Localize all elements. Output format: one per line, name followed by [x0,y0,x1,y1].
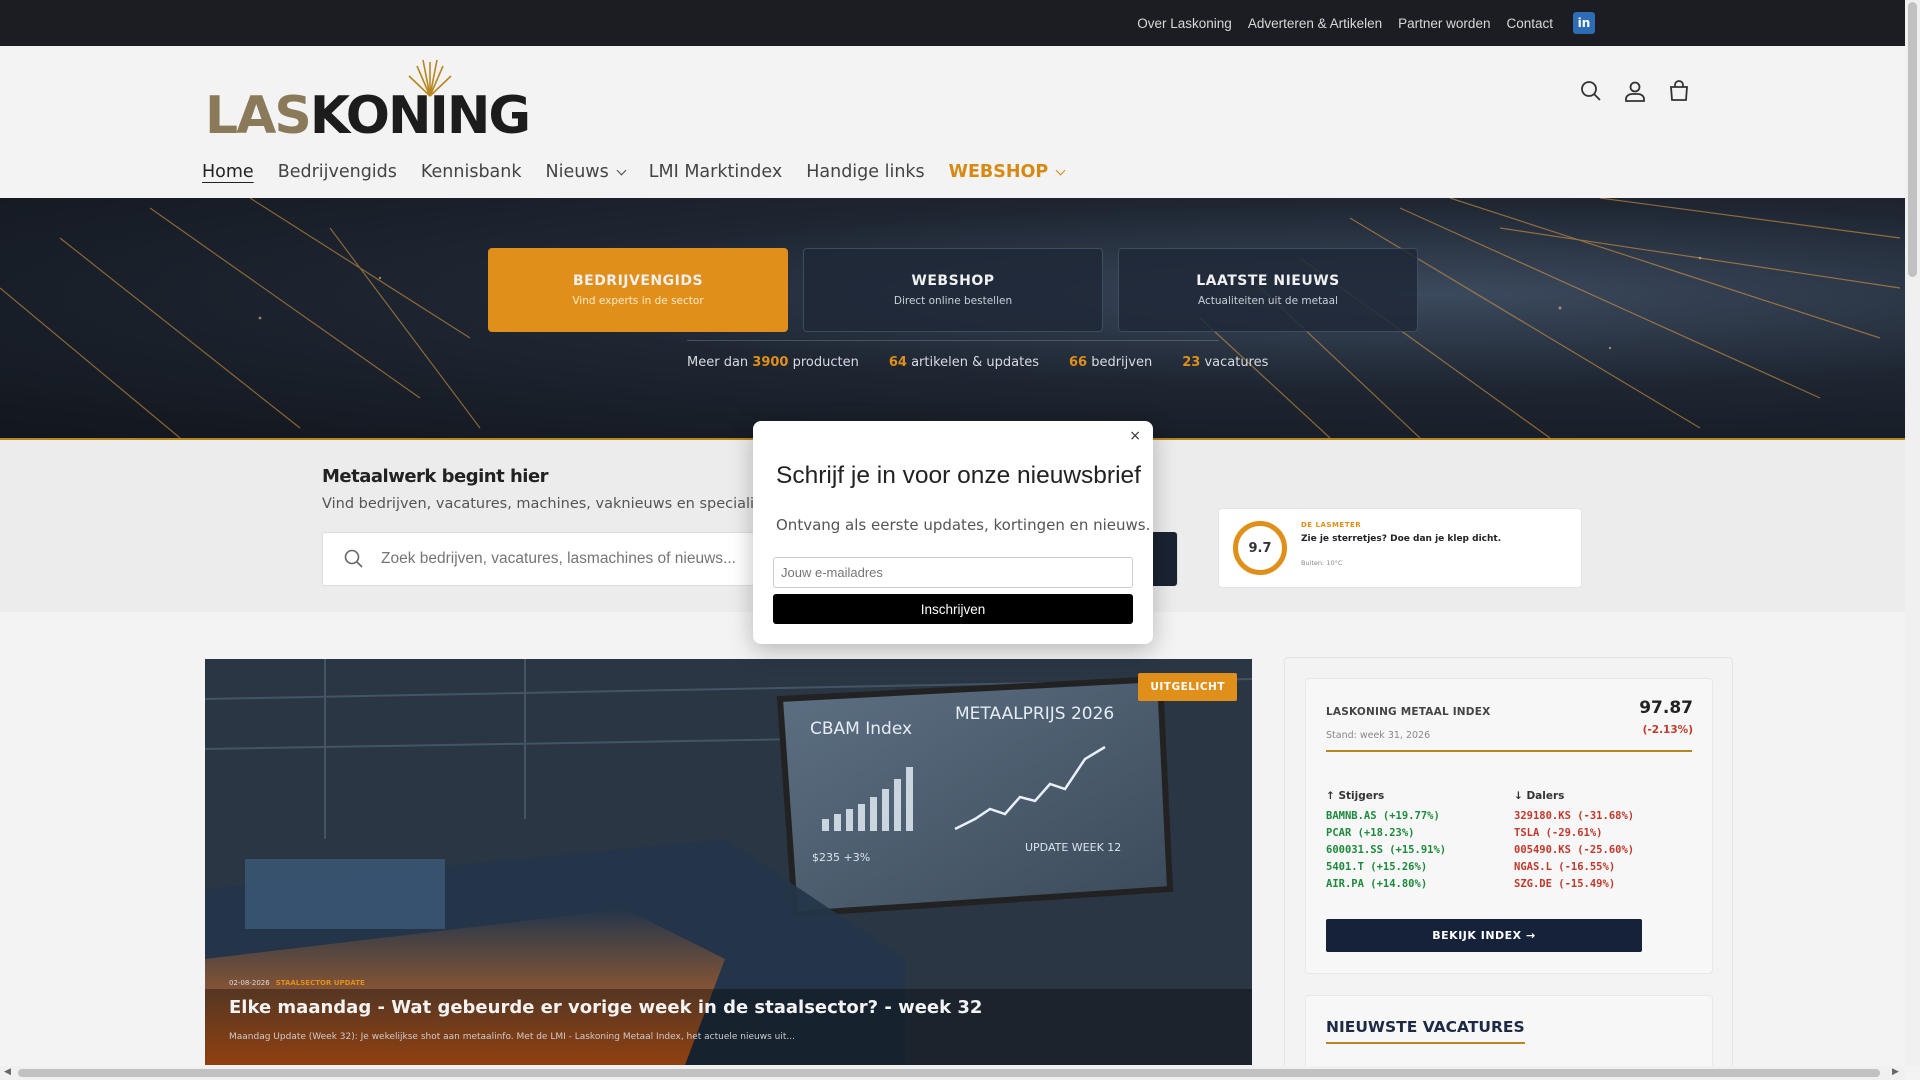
site-header: LASKONING Home Bedrijvengids Kennisbank … [0,46,1905,198]
card-bedrijvengids[interactable]: BEDRIJVENGIDS Vind experts in de sector [488,248,788,332]
card-title: BEDRIJVENGIDS [572,273,704,289]
laskoning-logo[interactable]: LASKONING [205,58,531,148]
search-title: Metaalwerk begint hier [322,466,549,487]
vertical-scrollbar[interactable] [1905,0,1920,1066]
sidebar: LASKONING METAAL INDEX Stand: week 31, 2… [1284,657,1733,1080]
card-laatste-nieuws[interactable]: LAATSTE NIEUWS Actualiteiten uit de meta… [1118,248,1418,332]
hero-banner: BEDRIJVENGIDS Vind experts in de sector … [0,198,1905,440]
lasmeter-score: 9.7 [1233,521,1287,575]
card-webshop[interactable]: WEBSHOP Direct online bestellen [803,248,1103,332]
risers-list: ↑ Stijgers BAMNB.AS (+19.77%) PCAR (+18.… [1326,790,1506,893]
riser-item: 5401.T (+15.26%) [1326,861,1428,873]
article-title[interactable]: Elke maandag - Wat gebeurde er vorige we… [229,997,982,1018]
top-nav: Over Laskoning Adverteren & Artikelen Pa… [1137,0,1595,46]
screen-left-title: CBAM Index [810,719,912,739]
top-bar: Over Laskoning Adverteren & Artikelen Pa… [0,0,1905,46]
riser-item: BAMNB.AS (+19.77%) [1326,810,1440,822]
card-subtitle: Direct online bestellen [893,295,1013,307]
stat-vacatures: 23 vacatures [1182,355,1269,370]
featured-badge: UITGELICHT [1138,673,1237,701]
faller-item: 005490.KS (-25.60%) [1514,844,1635,856]
risers-title: ↑ Stijgers [1326,790,1385,802]
lasmeter-message: Zie je sterretjes? Doe dan je klep dicht… [1301,534,1502,544]
stat-artikelen: 64 artikelen & updates [888,355,1039,370]
logo-las: LAS [205,86,312,146]
article-date: 02-08-2026 [229,979,270,987]
featured-article[interactable]: CBAM Index METAALPRIJS 2026 $235 +3% UPD… [205,659,1252,1065]
lasmeter-label: DE LASMETER [1301,521,1362,529]
faller-item: NGAS.L (-16.55%) [1514,861,1616,873]
email-field[interactable] [773,557,1133,588]
card-subtitle: Vind experts in de sector [572,295,704,307]
subscribe-button[interactable]: Inschrijven [773,594,1133,624]
article-meta: 02-08-2026 STAALSECTOR UPDATE [229,979,365,987]
metaal-index-card: LASKONING METAAL INDEX Stand: week 31, 2… [1305,678,1713,974]
scroll-left-icon[interactable]: ◀ [4,1067,11,1077]
nav-lmi-marktindex[interactable]: LMI Marktindex [649,162,782,182]
riser-item: AIR.PA (+14.80%) [1326,878,1428,890]
nav-nieuws[interactable]: Nieuws [545,162,627,182]
search-subtitle: Vind bedrijven, vacatures, machines, vak… [322,496,786,512]
chevron-down-icon [1055,165,1066,175]
topnav-over-laskoning[interactable]: Over Laskoning [1137,16,1232,31]
article-excerpt: Maandag Update (Week 32): Je wekelijkse … [229,1032,795,1042]
vertical-scrollbar-thumb[interactable] [1908,2,1917,277]
index-date: Stand: week 31, 2026 [1326,730,1431,741]
logo-koning: KONING [309,86,531,146]
riser-item: 600031.SS (+15.91%) [1326,844,1447,856]
cart-icon[interactable] [1668,80,1690,102]
index-name: LASKONING METAAL INDEX [1326,706,1491,718]
fallers-title: ↓ Dalers [1514,790,1565,802]
divider [1326,750,1692,752]
nav-handige-links[interactable]: Handige links [806,162,924,182]
faller-item: SZG.DE (-15.49%) [1514,878,1616,890]
account-icon[interactable] [1624,80,1646,102]
article-category: STAALSECTOR UPDATE [275,979,365,987]
hero-cards: BEDRIJVENGIDS Vind experts in de sector … [488,248,1418,332]
hero-stats: Meer dan 3900 producten 64 artikelen & u… [687,340,1268,370]
newsletter-modal: × Schrijf je in voor onze nieuwsbrief On… [753,421,1153,644]
header-actions [1580,80,1690,102]
scroll-right-icon[interactable]: ▶ [1892,1067,1899,1077]
topnav-contact[interactable]: Contact [1506,16,1553,31]
search-icon [344,549,363,568]
main-nav: Home Bedrijvengids Kennisbank Nieuws LMI… [202,162,1066,182]
nav-nieuws-label: Nieuws [545,162,609,182]
index-value: 97.87 [1639,698,1693,718]
stat-producten: Meer dan 3900 producten [687,355,859,370]
fallers-list: ↓ Dalers 329180.KS (-31.68%) TSLA (-29.6… [1514,790,1694,893]
search-icon[interactable] [1580,80,1602,102]
screen-right-title: METAALPRIJS 2026 [955,704,1114,724]
nav-webshop-label: WEBSHOP [948,162,1049,182]
modal-title: Schrijf je in voor onze nieuwsbrief [776,462,1141,489]
topnav-adverteren[interactable]: Adverteren & Artikelen [1248,16,1382,31]
lasmeter-temperature: Buiten: 10°C [1301,559,1343,567]
index-change: (-2.13%) [1642,724,1693,736]
card-title: LAATSTE NIEUWS [1196,273,1340,289]
faller-item: TSLA (-29.61%) [1514,827,1603,839]
nav-kennisbank[interactable]: Kennisbank [421,162,522,182]
nav-bedrijvengids[interactable]: Bedrijvengids [278,162,397,182]
vacancies-title: NIEUWSTE VACATURES [1326,1018,1525,1044]
card-subtitle: Actualiteiten uit de metaal [1198,295,1338,307]
screen-week: UPDATE WEEK 12 [1025,841,1121,854]
lasmeter-widget: 9.7 DE LASMETER Zie je sterretjes? Doe d… [1218,508,1582,588]
chevron-down-icon [616,165,627,175]
horizontal-scrollbar[interactable]: ◀ ▶ [0,1066,1905,1080]
modal-subtitle: Ontvang als eerste updates, kortingen en… [776,516,1151,534]
nav-webshop[interactable]: WEBSHOP [948,162,1066,182]
nav-home[interactable]: Home [202,162,254,182]
topnav-partner-worden[interactable]: Partner worden [1398,16,1490,31]
riser-item: PCAR (+18.23%) [1326,827,1415,839]
faller-item: 329180.KS (-31.68%) [1514,810,1635,822]
linkedin-icon[interactable]: in [1573,12,1595,34]
stat-bedrijven: 66 bedrijven [1068,355,1153,370]
card-title: WEBSHOP [911,273,995,289]
horizontal-scrollbar-thumb[interactable] [18,1069,1880,1077]
view-index-button[interactable]: BEKIJK INDEX → [1326,919,1642,952]
screen-value: $235 +3% [812,851,870,864]
close-icon[interactable]: × [1129,428,1141,444]
